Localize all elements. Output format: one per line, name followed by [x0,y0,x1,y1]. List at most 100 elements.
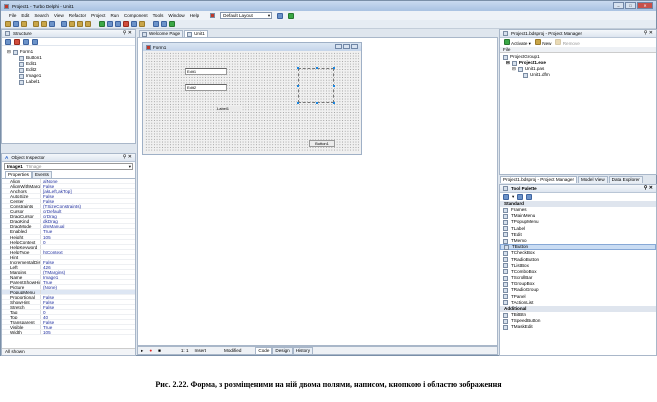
reopen-icon[interactable] [41,21,47,27]
image1[interactable] [297,67,335,104]
menu-tools[interactable]: Tools [153,13,164,18]
menu-refactor[interactable]: Refactor [69,13,86,18]
pointer-icon[interactable] [517,194,524,200]
tab-code[interactable]: Code [255,347,273,354]
run-icon[interactable] [99,21,105,27]
menu-view[interactable]: View [54,13,64,18]
tab-unit1[interactable]: Unit1 [184,30,208,37]
menu-file[interactable]: File [9,13,16,18]
resize-handle[interactable] [297,102,299,104]
new-icon[interactable] [5,21,11,27]
chevron-down-icon[interactable]: ▾ [512,194,514,200]
menu-project[interactable]: Project [91,13,105,18]
menu-component[interactable]: Component [124,13,148,18]
property-value[interactable]: htContext [40,249,63,255]
property-value[interactable]: True [40,229,52,234]
tab-data-explorer[interactable]: Data Explorer [608,176,643,183]
open-project-icon[interactable] [33,21,39,27]
tree-node[interactable]: Label1 [7,79,130,85]
menu-search[interactable]: Search [34,13,49,18]
property-value[interactable]: False [40,300,54,305]
categories-icon[interactable] [503,194,509,200]
new-button[interactable]: New [534,39,551,46]
resize-handle[interactable] [297,85,299,87]
property-value[interactable]: crDefault [40,209,61,214]
close-button[interactable]: ✕ [637,2,653,9]
menu-window[interactable]: Window [168,13,184,18]
new-form-icon[interactable] [85,21,91,27]
property-value[interactable]: False [40,184,54,189]
property-value[interactable]: 105 [40,330,51,335]
menu-run[interactable]: Run [110,13,118,18]
forward-icon[interactable] [161,21,167,27]
edit2[interactable]: Edit2 [185,84,227,91]
stop-icon[interactable]: ■ [158,348,161,353]
property-value[interactable]: True [40,325,52,330]
property-value[interactable]: alNone [40,179,58,184]
property-value[interactable]: crDrag [40,214,57,219]
set-layout-icon[interactable] [288,12,295,19]
form1-window[interactable]: Form1 Edit1 Edit2 Label1 Button1 [142,42,362,155]
collapse-icon[interactable]: ⊟ [7,49,11,55]
property-value[interactable]: dkDrag [40,219,58,224]
save-all-icon[interactable] [49,21,55,27]
toggle-icon[interactable] [77,21,83,27]
sort-icon[interactable] [5,39,11,45]
property-value[interactable]: False [40,194,54,199]
label1[interactable]: Label1 [217,106,241,112]
property-value[interactable]: True [40,279,52,285]
property-value[interactable] [40,290,43,295]
property-value[interactable]: [akLeft,akTop] [40,189,72,194]
property-value[interactable]: 40 [40,315,48,320]
property-value[interactable]: 0 [40,239,46,245]
resize-handle[interactable] [333,102,335,104]
record-macro-icon[interactable]: ▸ [141,348,143,354]
stop-icon[interactable] [115,21,121,27]
open-icon[interactable] [13,21,19,27]
tab-properties[interactable]: Properties [5,171,32,178]
up-icon[interactable] [23,39,29,45]
property-value[interactable]: False [40,295,54,300]
view-form-icon[interactable] [69,21,75,27]
resize-handle[interactable] [316,102,318,104]
menu-help[interactable]: Help [190,13,199,18]
tab-project-manager[interactable]: Project1.bdsproj - Project Manager [500,176,577,183]
tab-welcome-page[interactable]: Welcome Page [139,30,184,37]
property-value[interactable]: (TSizeConstraints) [40,204,81,209]
property-value[interactable]: 0 [40,310,46,315]
close-icon[interactable]: ⚲ ✕ [644,185,653,191]
close-icon[interactable]: ⚲ ✕ [644,30,653,36]
property-row[interactable]: Width 105 [2,330,135,336]
property-value[interactable]: 105 [40,234,51,240]
button1[interactable]: Button1 [309,140,335,147]
object-selector[interactable]: Image1 TImage ▾ [4,163,133,170]
property-value[interactable]: (TMargins) [40,269,65,275]
collapse-icon[interactable]: ⊟ [512,66,516,72]
resize-handle[interactable] [297,67,299,69]
edit1[interactable]: Edit1 [185,68,227,75]
property-value[interactable] [40,254,43,259]
down-icon[interactable] [32,39,38,45]
save-icon[interactable] [21,21,27,27]
resize-handle[interactable] [316,67,318,69]
save-layout-icon[interactable] [277,12,284,19]
property-value[interactable]: Image1 [40,274,58,280]
maximize-button[interactable]: □ [625,2,636,9]
property-value[interactable]: False [40,305,54,310]
collapse-icon[interactable]: ⊟ [506,60,510,66]
property-value[interactable]: False [40,199,54,204]
back-icon[interactable] [153,21,159,27]
trace-into-icon[interactable] [123,21,129,27]
tab-design[interactable]: Design [272,347,293,354]
filter-icon[interactable] [14,39,20,45]
tab-model-view[interactable]: Model View [577,176,608,183]
resize-handle[interactable] [333,85,335,87]
property-value[interactable]: False [40,259,54,265]
pause-icon[interactable] [107,21,113,27]
view-unit-icon[interactable] [61,21,67,27]
menu-edit[interactable]: Edit [21,13,29,18]
activate-button[interactable]: Activate ▾ [504,38,531,47]
run-to-cursor-icon[interactable] [139,21,145,27]
property-value[interactable]: dmManual [40,224,64,229]
property-value[interactable]: (None) [40,284,57,290]
